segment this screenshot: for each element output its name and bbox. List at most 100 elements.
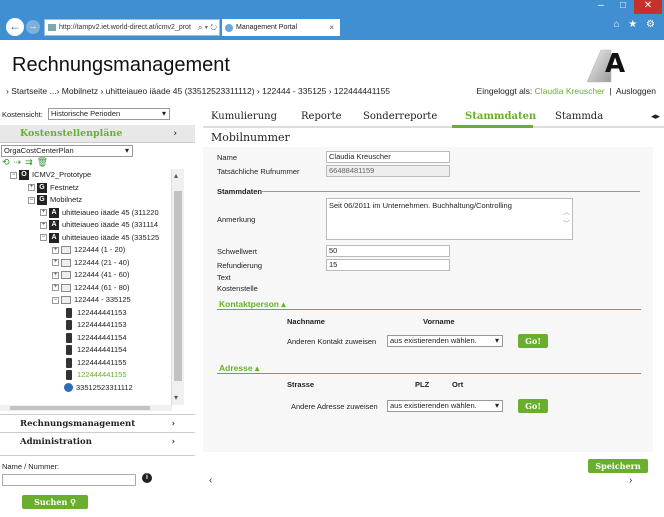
scrollbar-thumb[interactable] — [10, 406, 150, 410]
refundierung-field[interactable]: 15 — [326, 259, 450, 271]
add-node-icon[interactable]: ⇢ — [14, 157, 22, 168]
save-button[interactable]: Speichern — [588, 459, 648, 473]
search-button[interactable]: Suchen ⚲ — [22, 495, 88, 509]
tree-node[interactable]: 122444441155 — [64, 357, 127, 369]
page-title: Rechnungsmanagement — [12, 54, 230, 76]
anmerkung-textarea[interactable]: Seit 06/2011 im Unternehmen. Buchhaltung… — [326, 198, 573, 240]
maximize-icon[interactable]: □ — [612, 0, 634, 14]
adresse-assign-label: Andere Adresse zuweisen — [291, 402, 378, 411]
tree-node-label: uhitteiaueo iäade 45 (335125 — [62, 232, 160, 242]
tree-node[interactable]: + G Festnetz — [28, 182, 79, 194]
scroll-down-icon[interactable]: ▾ — [174, 393, 178, 402]
section-rechnungsmanagement[interactable]: Rechnungsmanagement › — [0, 414, 195, 432]
tree-node[interactable]: − O ICMV2_Prototype — [10, 169, 91, 181]
expand-toggle-icon[interactable]: + — [52, 246, 59, 254]
expand-toggle-icon[interactable]: + — [40, 209, 47, 217]
tree-node[interactable]: 122444441154 — [64, 332, 127, 344]
browser-tools-icons[interactable]: ⌂ ★ ⚙ — [613, 19, 658, 30]
info-icon[interactable]: i — [142, 473, 152, 483]
tree-node[interactable]: +122444 (21 - 40) — [52, 257, 129, 269]
tab-close-icon[interactable]: × — [329, 19, 334, 36]
rufnummer-field: 66488481159 — [326, 165, 450, 177]
tab-stammdaten[interactable]: Stammdaten — [465, 111, 536, 122]
tree-node[interactable]: + Auhitteiaueo iäade 45 (311220 — [40, 207, 159, 219]
refresh-icon[interactable]: ⟲ — [2, 157, 10, 168]
site-favicon-icon — [48, 24, 56, 31]
kontakt-select[interactable]: aus existierenden wählen. — [387, 335, 503, 347]
tree-node[interactable]: 122444441153 — [64, 307, 127, 319]
close-icon[interactable]: ✕ — [634, 0, 662, 14]
browser-tab[interactable]: Management Portal × — [222, 19, 340, 36]
login-prefix: Eingeloggt als: — [476, 86, 533, 96]
node-type-icon: O — [19, 170, 29, 181]
move-node-icon[interactable]: ⇉ — [25, 157, 33, 168]
scroll-right-icon[interactable]: › — [629, 475, 632, 486]
tab-scroll-arrows-icon[interactable]: ◂▸ — [651, 111, 660, 122]
adresse-go-button[interactable]: Go! — [518, 399, 548, 413]
expand-toggle-icon[interactable]: − — [28, 196, 35, 204]
tree-horizontal-scrollbar[interactable] — [0, 405, 172, 411]
expand-toggle-icon[interactable]: − — [10, 171, 17, 179]
tree-node[interactable]: + Auhitteiaueo iäade 45 (331114 — [40, 219, 158, 231]
address-bar[interactable]: http://tampv2.iet.world-direct.at/icmv2_… — [44, 19, 220, 36]
tree-node[interactable]: +122444 (61 - 80) — [52, 282, 129, 294]
section-administration[interactable]: Administration › — [0, 432, 195, 450]
expand-toggle-icon[interactable]: − — [40, 234, 47, 242]
tab-bar: Kumulierung Reporte Sonderreporte Stammd… — [203, 107, 664, 128]
kontakt-divider — [217, 309, 641, 310]
back-arrow-icon[interactable]: ← — [6, 18, 24, 36]
search-input[interactable] — [2, 474, 136, 486]
phone-icon — [66, 357, 72, 368]
tree-node[interactable]: 33512523311112 — [64, 382, 133, 394]
forward-arrow-icon[interactable]: → — [26, 20, 40, 34]
logout-link[interactable]: Ausloggen — [616, 86, 656, 96]
tree-node[interactable]: − G Mobilnetz — [28, 194, 82, 206]
login-user[interactable]: Claudia Kreuscher — [535, 86, 605, 96]
active-tab-indicator — [452, 125, 533, 128]
kontakt-go-button[interactable]: Go! — [518, 334, 548, 348]
cost-center-tree[interactable]: − O ICMV2_Prototype + G Festnetz − G Mobilnetz + A… — [0, 169, 172, 405]
search-label: Name / Nummer: — [2, 462, 60, 471]
expand-toggle-icon[interactable]: + — [52, 271, 59, 279]
breadcrumb[interactable]: › Startseite ...› Mobilnetz › uhitteiaue… — [6, 86, 456, 96]
plz-header: PLZ — [415, 380, 430, 389]
scrollbar-thumb[interactable] — [174, 191, 182, 381]
section-title: Mobilnummer — [211, 131, 290, 144]
main-horizontal-scrollbar[interactable]: ‹ › — [203, 475, 653, 487]
expand-toggle-icon[interactable]: + — [40, 221, 47, 229]
expand-toggle-icon[interactable]: + — [52, 259, 59, 267]
tree-node[interactable]: − Auhitteiaueo iäade 45 (335125 — [40, 232, 159, 244]
name-field[interactable]: Claudia Kreuscher — [326, 151, 450, 163]
expand-toggle-icon[interactable]: + — [52, 284, 59, 292]
plan-select[interactable]: OrgaCostCenterPlan — [1, 145, 133, 157]
tree-node[interactable]: − 122444 - 335125 — [52, 294, 131, 306]
tree-node[interactable]: 122444441155 — [64, 369, 127, 381]
tree-toolbar: ⟲ ⇢ ⇉ 🗑 — [2, 157, 48, 168]
tab-stammda[interactable]: Stammda — [555, 111, 603, 122]
kostensicht-select[interactable]: Historische Perioden — [48, 108, 170, 120]
expand-toggle-icon[interactable]: − — [52, 296, 59, 304]
login-separator: | — [609, 86, 612, 96]
expand-toggle-icon[interactable]: + — [28, 184, 35, 192]
schwellwert-field[interactable]: 50 — [326, 245, 450, 257]
tab-sonderreporte[interactable]: Sonderreporte — [363, 111, 437, 122]
tab-reporte[interactable]: Reporte — [301, 111, 342, 122]
phone-icon — [66, 345, 72, 356]
tree-node[interactable]: 122444441154 — [64, 344, 127, 356]
node-type-icon: G — [37, 195, 47, 206]
tree-node[interactable]: 122444441153 — [64, 319, 127, 331]
tree-node[interactable]: +122444 (1 - 20) — [52, 244, 125, 256]
scroll-up-icon[interactable]: ▴ — [174, 171, 178, 180]
adresse-select[interactable]: aus existierenden wählen. — [387, 400, 503, 412]
address-tools-icon[interactable]: ⌕ ▾ ↻ — [198, 20, 217, 35]
textarea-scroll-icon[interactable]: ︿ ﹀ — [563, 207, 570, 231]
tree-node-label: 122444441154 — [77, 345, 127, 354]
tab-kumulierung[interactable]: Kumulierung — [211, 111, 277, 122]
main-panel: Kumulierung Reporte Sonderreporte Stammd… — [203, 107, 664, 517]
tree-node[interactable]: +122444 (41 - 60) — [52, 269, 129, 281]
tree-vertical-scrollbar[interactable]: ▴ ▾ — [172, 169, 184, 405]
trash-icon[interactable]: 🗑 — [37, 157, 48, 168]
scroll-left-icon[interactable]: ‹ — [209, 475, 212, 486]
plans-header[interactable]: Kostenstellenpläne › — [0, 125, 195, 143]
minimize-icon[interactable]: – — [590, 0, 612, 14]
